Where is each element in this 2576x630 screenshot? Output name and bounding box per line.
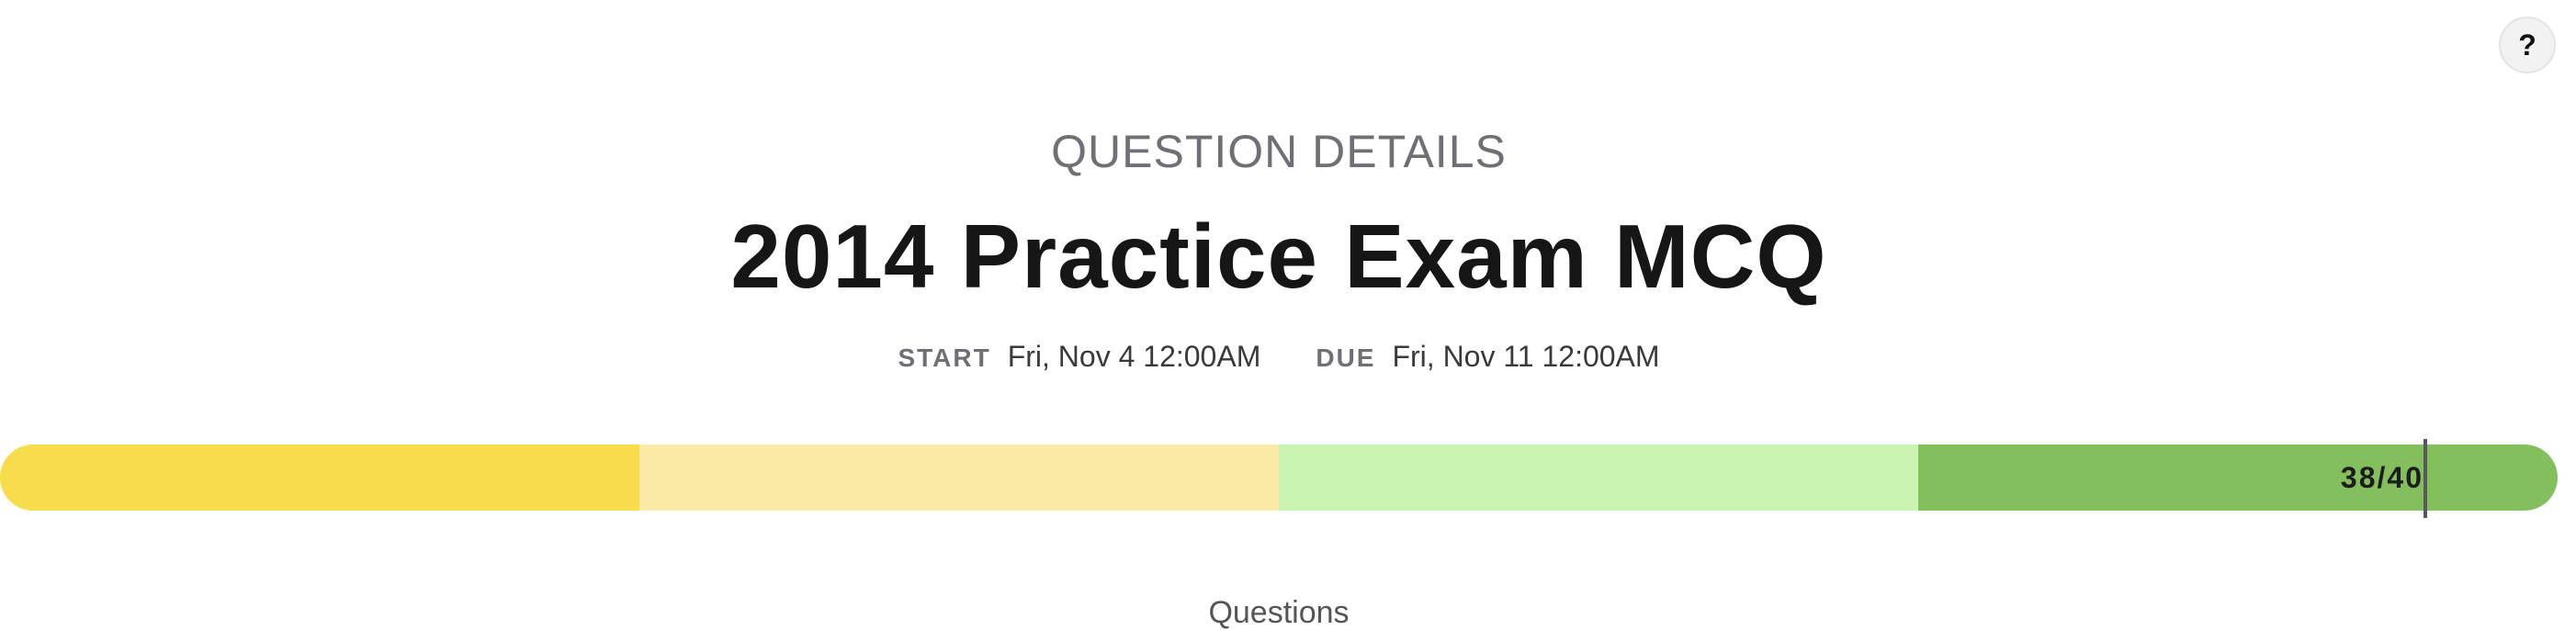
progress-segment-2 xyxy=(639,444,1279,511)
help-icon: ? xyxy=(2518,28,2536,62)
progress-segment-1 xyxy=(0,444,639,511)
due-date: DUE Fri, Nov 11 12:00AM xyxy=(1316,340,1659,374)
progress-segment-3 xyxy=(1279,444,1918,511)
start-value: Fri, Nov 4 12:00AM xyxy=(1007,340,1261,373)
date-row: START Fri, Nov 4 12:00AM DUE Fri, Nov 11… xyxy=(0,340,2558,374)
progress-segment-4: 38/40 xyxy=(1918,444,2558,511)
score-marker xyxy=(2423,439,2427,518)
page-eyebrow: QUESTION DETAILS xyxy=(1051,126,1507,177)
due-value: Fri, Nov 11 12:00AM xyxy=(1392,340,1660,373)
questions-section-label: Questions xyxy=(1208,595,1350,630)
score-label: 38/40 xyxy=(2340,460,2423,494)
due-label: DUE xyxy=(1316,343,1376,372)
page-title: 2014 Practice Exam MCQ xyxy=(730,206,1827,307)
score-progress-bar: 38/40 xyxy=(0,444,2558,511)
start-date: START Fri, Nov 4 12:00AM xyxy=(898,340,1260,374)
start-label: START xyxy=(898,343,991,372)
help-button[interactable]: ? xyxy=(2499,17,2556,73)
